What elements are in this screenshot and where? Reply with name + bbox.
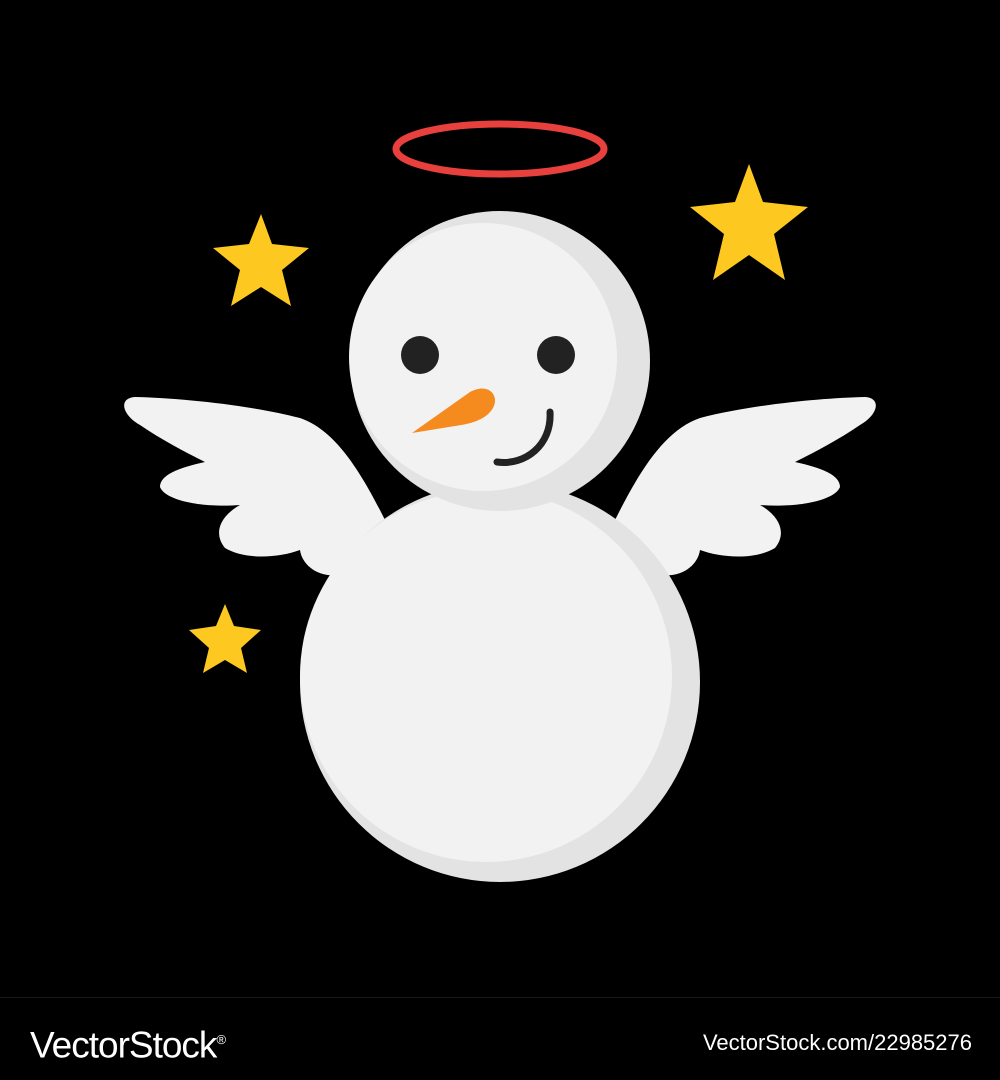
registered-mark: ® [216,1032,227,1047]
image-id: VectorStock.com/22985276 [702,1030,972,1055]
watermark-bar: VectorStock® VectorStock.com/22985276 [0,997,1000,1080]
brand-logo: VectorStock® [30,1018,226,1067]
left-eye [401,336,439,374]
halo-icon [392,120,608,178]
snowman-head-highlight [349,223,617,491]
star-icon [690,164,808,280]
right-eye [537,336,575,374]
snowman-body-highlight [300,490,672,862]
star-icon [189,604,261,673]
wing-icon [615,397,876,576]
brand-name: VectorStock [30,1024,217,1066]
angel-snowman-illustration [124,120,876,882]
illustration-canvas [0,0,1000,997]
star-icon [213,214,309,306]
wing-icon [124,397,386,576]
